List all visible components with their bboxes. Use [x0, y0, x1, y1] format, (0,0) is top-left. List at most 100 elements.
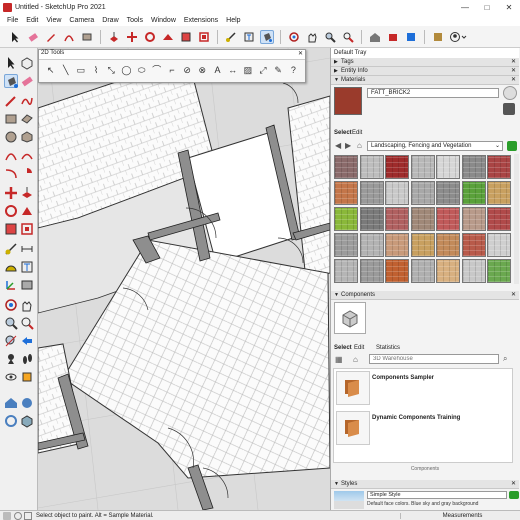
material-swatch[interactable] — [334, 259, 358, 283]
material-swatch[interactable] — [461, 233, 486, 257]
layout-icon[interactable] — [404, 30, 418, 44]
push-pull-tool-icon[interactable] — [20, 186, 34, 200]
material-swatch[interactable] — [334, 233, 358, 257]
paint-bucket-tool-icon[interactable] — [4, 74, 18, 88]
entity-info-section[interactable]: ▶ Entity Info ✕ — [331, 67, 519, 76]
get-models-tool-icon[interactable] — [20, 414, 34, 428]
freehand-tool-icon[interactable] — [20, 94, 34, 108]
walk-tool-icon[interactable] — [20, 352, 34, 366]
orbit-tool-icon[interactable] — [4, 298, 18, 312]
material-swatch[interactable] — [410, 233, 435, 257]
material-swatch[interactable] — [359, 155, 384, 179]
material-swatch[interactable] — [461, 181, 486, 205]
3d-warehouse-icon[interactable] — [368, 30, 382, 44]
position-camera-tool-icon[interactable] — [4, 352, 18, 366]
pie-tool-icon[interactable] — [20, 166, 34, 180]
line-tool-icon[interactable] — [4, 94, 18, 108]
material-swatch[interactable] — [487, 233, 511, 257]
paint-bucket-icon[interactable] — [260, 29, 274, 44]
back-arrow-icon[interactable]: ◀ — [335, 141, 341, 150]
component-item-title[interactable]: Dynamic Components Training — [372, 415, 460, 421]
follow-me-tool-icon[interactable] — [20, 204, 34, 218]
dimension-tool-icon[interactable] — [20, 242, 34, 256]
orbit-icon[interactable] — [287, 30, 301, 44]
material-swatch[interactable] — [334, 155, 358, 179]
material-swatch[interactable] — [487, 259, 511, 283]
material-swatch[interactable] — [410, 259, 435, 283]
extension-warehouse-icon[interactable] — [386, 30, 400, 44]
material-swatch[interactable] — [359, 207, 384, 231]
2d-line-icon[interactable]: ╲ — [60, 64, 71, 76]
3d-text-tool-icon[interactable] — [20, 278, 34, 292]
rotated-rectangle-tool-icon[interactable] — [20, 112, 34, 126]
search-icon[interactable]: ⌕ — [503, 354, 507, 364]
2d-trim-icon[interactable]: ⊗ — [197, 64, 208, 76]
material-swatch[interactable] — [334, 181, 358, 205]
forward-arrow-icon[interactable]: ▶ — [345, 141, 351, 150]
components-view-options-icon[interactable]: ▦ — [335, 355, 343, 364]
material-swatch[interactable] — [385, 259, 409, 283]
menu-view[interactable]: View — [42, 17, 65, 24]
make-component-icon[interactable] — [20, 56, 34, 70]
three-point-arc-tool-icon[interactable] — [4, 166, 18, 180]
material-swatch[interactable] — [385, 181, 409, 205]
arc-icon[interactable] — [62, 30, 76, 44]
2d-select-icon[interactable]: ↖ — [45, 64, 56, 76]
credits-icon[interactable] — [14, 511, 22, 520]
rotate-tool-icon[interactable] — [4, 204, 18, 218]
select-arrow-icon[interactable] — [8, 30, 22, 44]
material-swatch[interactable] — [436, 155, 460, 179]
components-tab-edit[interactable]: Edit — [354, 345, 364, 351]
material-swatch[interactable] — [410, 207, 435, 231]
tape-measure-tool-icon[interactable] — [4, 242, 18, 256]
2d-diagonal-icon[interactable]: ⤡ — [106, 64, 117, 76]
2d-offset-icon[interactable]: ⊘ — [182, 64, 193, 76]
look-around-tool-icon[interactable] — [4, 370, 18, 384]
materials-scrollbar[interactable] — [514, 154, 519, 284]
eraser-tool-icon[interactable] — [20, 74, 34, 88]
material-swatch[interactable] — [334, 207, 358, 231]
zoom-icon[interactable] — [323, 30, 337, 44]
offset-tool-icon[interactable] — [20, 222, 34, 236]
extension-warehouse-tool-icon[interactable] — [20, 396, 34, 410]
material-swatch[interactable] — [410, 155, 435, 179]
menu-edit[interactable]: Edit — [22, 17, 42, 24]
materials-section[interactable]: ▼ Materials ✕ — [331, 76, 519, 85]
zoom-window-tool-icon[interactable] — [20, 316, 34, 330]
components-search-input[interactable] — [369, 354, 499, 364]
minimize-button[interactable]: — — [454, 0, 476, 14]
scale-tool-icon[interactable] — [4, 222, 18, 236]
geo-location-icon[interactable] — [3, 511, 11, 520]
rectangle-icon[interactable] — [80, 30, 94, 44]
extension-manager-icon[interactable] — [431, 30, 445, 44]
two-point-arc-tool-icon[interactable] — [20, 148, 34, 162]
section-plane-tool-icon[interactable] — [20, 370, 34, 384]
component-item-title[interactable]: Components Sampler — [372, 375, 434, 381]
menu-camera[interactable]: Camera — [65, 17, 98, 24]
menu-help[interactable]: Help — [222, 17, 244, 24]
2d-settings-icon[interactable]: ✎ — [273, 64, 284, 76]
material-swatch[interactable] — [461, 259, 486, 283]
material-swatch[interactable] — [436, 207, 460, 231]
styles-section[interactable]: ▼ Styles ✕ — [331, 480, 519, 489]
style-name-field[interactable]: Simple Style — [367, 491, 507, 499]
menu-extensions[interactable]: Extensions — [180, 17, 222, 24]
follow-me-icon[interactable] — [161, 30, 175, 44]
2d-arc-icon[interactable]: ⌒ — [151, 64, 162, 76]
material-swatch[interactable] — [385, 233, 409, 257]
scale-icon[interactable] — [179, 30, 193, 44]
components-tab-select[interactable]: Select — [334, 345, 352, 351]
material-swatch[interactable] — [461, 207, 486, 231]
material-swatch[interactable] — [359, 181, 384, 205]
protractor-tool-icon[interactable] — [4, 260, 18, 274]
materials-tab-select[interactable]: Select — [334, 130, 352, 136]
instructor-icon[interactable] — [24, 511, 32, 520]
zoom-extents-icon[interactable] — [341, 30, 355, 44]
components-section[interactable]: ▼ Components ✕ — [331, 291, 519, 300]
2d-text-icon[interactable]: A — [212, 64, 223, 76]
select-tool-icon[interactable] — [4, 56, 18, 70]
account-icon[interactable] — [449, 30, 469, 44]
material-swatch[interactable] — [436, 181, 460, 205]
default-material-icon[interactable] — [503, 103, 515, 115]
warehouse-tool-icon[interactable] — [4, 396, 18, 410]
